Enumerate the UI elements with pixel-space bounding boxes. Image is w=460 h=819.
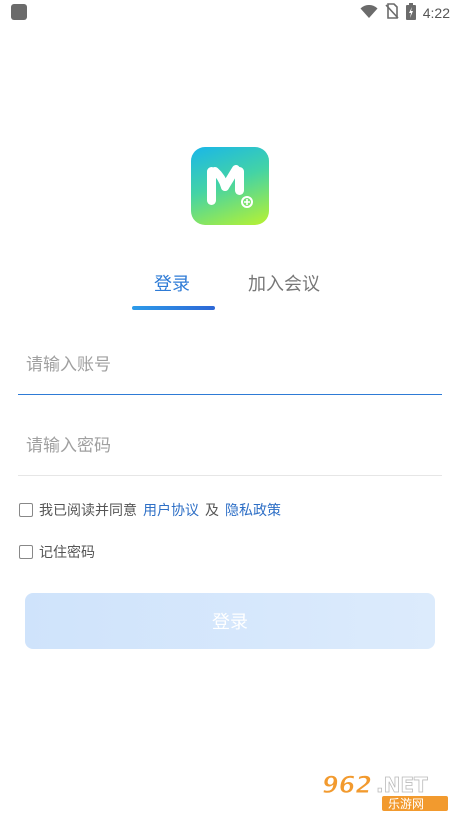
status-bar: 4:22 bbox=[0, 0, 460, 26]
remember-password-label[interactable]: 记住密码 bbox=[39, 542, 95, 562]
status-time: 4:22 bbox=[422, 5, 450, 21]
remember-password-checkbox[interactable] bbox=[19, 545, 33, 559]
tab-join-meeting[interactable]: 加入会议 bbox=[248, 270, 320, 296]
login-tabs: 登录 加入会议 bbox=[0, 268, 460, 316]
app-notification-icon bbox=[11, 4, 27, 20]
site-watermark: 962 .NET 乐游网 bbox=[318, 767, 452, 813]
agreement-prefix-text: 我已阅读并同意 bbox=[39, 503, 137, 519]
account-input[interactable] bbox=[18, 335, 442, 394]
agreement-and-text: 及 bbox=[205, 503, 219, 519]
app-logo bbox=[191, 147, 269, 225]
privacy-policy-link[interactable]: 隐私政策 bbox=[225, 500, 281, 520]
wifi-icon bbox=[360, 4, 378, 23]
tab-login[interactable]: 登录 bbox=[154, 270, 190, 296]
no-sim-icon bbox=[385, 3, 399, 23]
login-button-label: 登录 bbox=[212, 612, 248, 633]
password-field-container bbox=[18, 416, 442, 476]
account-field-container bbox=[18, 335, 442, 395]
svg-text:.NET: .NET bbox=[376, 773, 428, 797]
battery-charging-icon bbox=[405, 2, 416, 24]
user-agreement-link[interactable]: 用户协议 bbox=[143, 500, 199, 520]
agreement-row: 我已阅读并同意 用户协议 及 隐私政策 bbox=[19, 500, 287, 520]
svg-text:962: 962 bbox=[322, 771, 372, 799]
agreement-checkbox[interactable] bbox=[19, 503, 33, 517]
login-button[interactable]: 登录 bbox=[25, 593, 435, 649]
status-icons: 4:22 bbox=[360, 2, 450, 24]
password-input[interactable] bbox=[18, 416, 442, 475]
svg-text:乐游网: 乐游网 bbox=[388, 797, 424, 811]
active-tab-indicator bbox=[132, 306, 215, 310]
remember-password-row: 记住密码 bbox=[19, 542, 95, 562]
